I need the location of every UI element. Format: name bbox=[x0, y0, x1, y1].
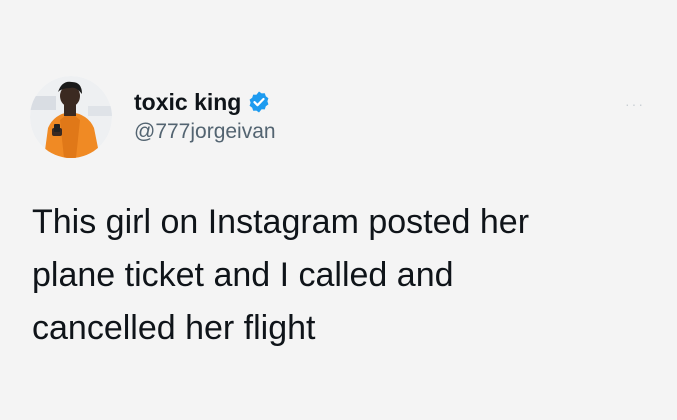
verified-badge-icon bbox=[247, 90, 271, 114]
author-names: toxic king @777jorgeivan bbox=[134, 88, 276, 146]
user-handle[interactable]: @777jorgeivan bbox=[134, 118, 276, 146]
tweet-text: This girl on Instagram posted her plane … bbox=[32, 203, 530, 347]
avatar[interactable] bbox=[30, 76, 112, 158]
avatar-image bbox=[30, 76, 112, 158]
tweet-header: toxic king @777jorgeivan bbox=[30, 72, 276, 162]
display-name-row: toxic king bbox=[134, 88, 276, 116]
more-options-icon[interactable]: ··· bbox=[625, 96, 645, 112]
display-name[interactable]: toxic king bbox=[134, 88, 241, 116]
tweet-card: toxic king @777jorgeivan ··· This girl o… bbox=[0, 0, 677, 420]
